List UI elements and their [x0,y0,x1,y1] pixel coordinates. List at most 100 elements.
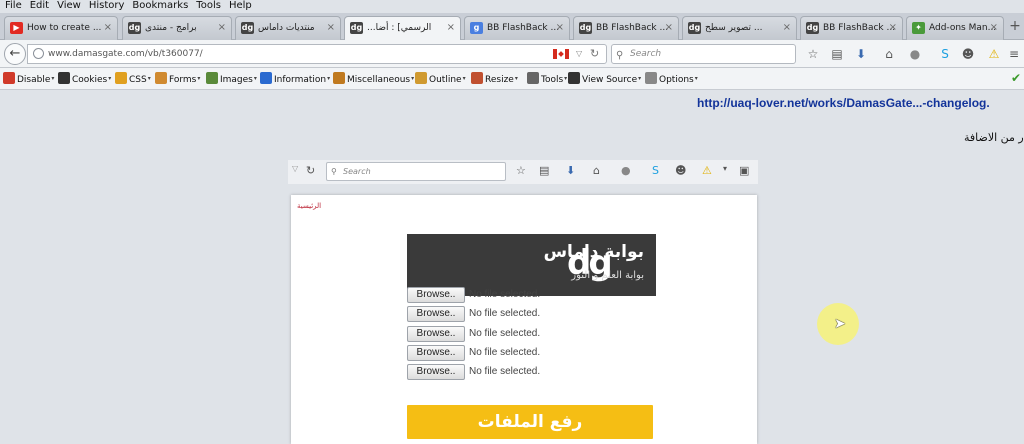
changelog-link[interactable]: http://uaq-lover.net/works/DamasGate...-… [697,96,990,110]
chat-icon[interactable]: ☻ [960,46,976,62]
home-icon[interactable]: ⌂ [881,46,897,62]
url-bar[interactable]: www.damasgate.com/vb/t360077/ ▽ ↻ [27,44,607,64]
file-input-row: Browse.. No file selected. [407,345,540,361]
toolbar-cookies[interactable]: Cookies▾ [58,68,111,91]
bookmark-star-icon[interactable]: ☆ [805,46,821,62]
menu-icon[interactable]: ≡ [1006,46,1022,62]
reading-list-icon[interactable]: ▤ [829,46,845,62]
tab-9[interactable]: ✦ Add-ons Man... × [906,16,1004,40]
tab-7[interactable]: dg تصوير سطح ... × [682,16,797,40]
toolbar-label: CSS [129,75,147,85]
tab-label: برامج - منتدى [145,23,197,33]
tab-6[interactable]: dg BB FlashBack ... × [573,16,679,40]
mouse-cursor-icon: ➤ [834,316,846,332]
toolbar-options[interactable]: Options▾ [645,68,698,91]
tab-4[interactable]: dg ...الرسمي] : أضا × [344,16,461,41]
skype-icon[interactable]: S [937,46,953,62]
outline-icon [415,72,427,84]
menu-icon: ▣ [739,164,750,177]
google-icon: g [470,22,483,34]
chevron-down-icon: ▾ [51,75,55,82]
close-tab-icon[interactable]: × [665,17,673,39]
dg-icon: dg [806,22,819,34]
menu-file[interactable]: File [5,0,22,12]
close-tab-icon[interactable]: × [556,17,564,39]
url-dropdown-icon[interactable]: ▽ [576,45,582,63]
adblock-icon[interactable]: ● [907,46,923,62]
cookies-icon [58,72,70,84]
toolbar-view-source[interactable]: View Source▾ [568,68,641,91]
menu-tools[interactable]: Tools [196,0,221,12]
options-icon [645,72,657,84]
search-input[interactable]: ⚲ Search [611,44,796,64]
tab-2[interactable]: dg برامج - منتدى × [122,16,232,40]
close-tab-icon[interactable]: × [218,17,226,39]
banner-subtitle: بوابة العلم و النور [571,270,644,281]
tab-label: BB FlashBack ... [487,23,560,33]
chevron-down-icon: ▾ [197,75,201,82]
chevron-down-icon: ▾ [694,75,698,82]
dg-icon: dg [128,22,141,34]
skype-icon: S [652,164,659,177]
new-tab-button[interactable]: + [1006,16,1024,36]
menu-view[interactable]: View [57,0,81,12]
miscellaneous-icon [333,72,345,84]
menu-help[interactable]: Help [229,0,252,12]
css-icon [115,72,127,84]
browse-button[interactable]: Browse.. [407,364,465,380]
dg-icon: dg [241,22,254,34]
browse-button[interactable]: Browse.. [407,345,465,361]
toolbar-images[interactable]: Images▾ [206,68,257,91]
embedded-screenshot-navbar: ▽ ↻ ⚲ Search ☆ ▤ ⬇ ⌂ ● S ☻ ⚠ ▾ ▣ [288,160,758,184]
tab-label: How to create ... [27,23,102,33]
toolbar-tools[interactable]: Tools▾ [527,68,567,91]
close-tab-icon[interactable]: × [327,17,335,39]
url-dropdown-icon: ▽ [292,164,299,173]
tab-1[interactable]: ▶ How to create ... × [4,16,118,40]
search-placeholder: Search [630,49,662,59]
warning-icon[interactable]: ⚠ [986,46,1002,62]
chevron-down-icon: ▾ [147,75,151,82]
toolbar-label: Resize [485,75,514,85]
toolbar-disable[interactable]: Disable▾ [3,68,54,91]
close-tab-icon[interactable]: × [447,17,455,39]
menu-history[interactable]: History [89,0,125,12]
close-tab-icon[interactable]: × [990,17,998,39]
chevron-down-icon: ▾ [564,75,568,82]
chat-icon: ☻ [675,164,687,177]
menu-bookmarks[interactable]: Bookmarks [132,0,188,12]
forms-icon [155,72,167,84]
tab-5[interactable]: g BB FlashBack ... × [464,16,570,40]
toolbar-forms[interactable]: Forms▾ [155,68,200,91]
tab-label: Add-ons Man... [929,23,997,33]
toolbar-label: Information [274,75,327,85]
tab-3[interactable]: dg منتديات داماس × [235,16,341,40]
download-icon[interactable]: ⬇ [853,46,869,62]
canada-flag-icon [553,49,569,59]
banner-title: بوابة داماس [543,242,644,262]
menu-edit[interactable]: Edit [30,0,49,12]
toolbar-outline[interactable]: Outline▾ [415,68,466,91]
toolbar-css[interactable]: CSS▾ [115,68,151,91]
reload-icon[interactable]: ↻ [590,45,599,63]
close-tab-icon[interactable]: × [889,17,897,39]
toolbar-miscellaneous[interactable]: Miscellaneous▾ [333,68,414,91]
file-status: No file selected. [469,347,541,358]
browse-button[interactable]: Browse.. [407,287,465,303]
bookmark-star-icon: ☆ [516,164,526,177]
browse-button[interactable]: Browse.. [407,326,465,342]
breadcrumb[interactable]: الرئيسية [297,202,321,210]
toolbar-information[interactable]: Information▾ [260,68,330,91]
toolbar-label: Options [659,75,694,85]
web-developer-toolbar: Disable▾ Cookies▾ CSS▾ Forms▾ Images▾ Informa… [0,68,1024,90]
youtube-icon: ▶ [10,22,23,34]
tab-label: منتديات داماس [258,23,315,33]
close-tab-icon[interactable]: × [783,17,791,39]
toolbar-resize[interactable]: Resize▾ [471,68,518,91]
close-tab-icon[interactable]: × [104,17,112,39]
upload-files-button[interactable]: رفع الملفات [407,405,653,439]
tab-8[interactable]: dg BB FlashBack ... × [800,16,903,40]
file-input-row: Browse.. No file selected. [407,287,540,303]
back-button[interactable]: ← [4,43,26,65]
browse-button[interactable]: Browse.. [407,306,465,322]
